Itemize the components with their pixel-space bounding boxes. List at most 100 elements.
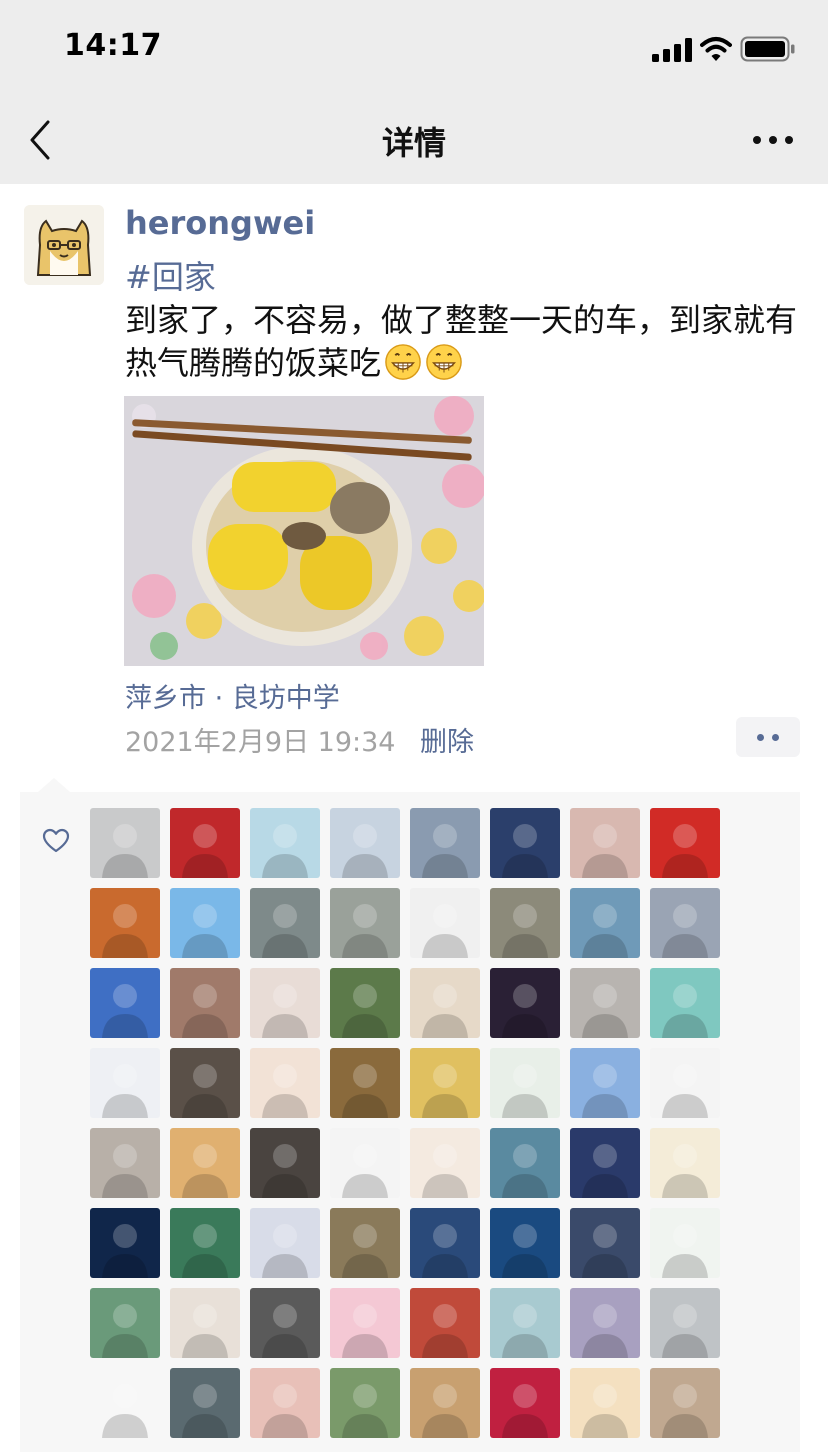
- liker-avatar[interactable]: [90, 1048, 160, 1118]
- liker-avatar[interactable]: [570, 1368, 640, 1438]
- liker-avatar[interactable]: [330, 1208, 400, 1278]
- delete-button[interactable]: 删除: [420, 720, 474, 759]
- liker-avatar[interactable]: [650, 888, 720, 958]
- post-location[interactable]: 萍乡市 · 良坊中学: [125, 676, 340, 715]
- avatar-image: [502, 984, 548, 1038]
- liker-avatar[interactable]: [90, 1368, 160, 1438]
- liker-avatar[interactable]: [170, 1368, 240, 1438]
- liker-avatar[interactable]: [170, 1128, 240, 1198]
- liker-avatar[interactable]: [570, 1128, 640, 1198]
- liker-avatar[interactable]: [330, 1048, 400, 1118]
- liker-avatar[interactable]: [490, 1048, 560, 1118]
- avatar-image: [422, 1304, 468, 1358]
- avatar-image: [262, 1304, 308, 1358]
- liker-avatar[interactable]: [330, 808, 400, 878]
- avatar-image: [262, 1384, 308, 1438]
- liker-avatar[interactable]: [330, 1128, 400, 1198]
- liker-avatar[interactable]: [410, 808, 480, 878]
- liker-avatar[interactable]: [250, 1128, 320, 1198]
- liker-avatar[interactable]: [170, 1048, 240, 1118]
- avatar-image: [502, 1064, 548, 1118]
- liker-avatar[interactable]: [170, 968, 240, 1038]
- liker-avatar[interactable]: [570, 808, 640, 878]
- avatar-image: [102, 904, 148, 958]
- liker-avatar[interactable]: [490, 808, 560, 878]
- liker-avatar[interactable]: [410, 888, 480, 958]
- avatar-image: [102, 1144, 148, 1198]
- liker-avatar[interactable]: [570, 968, 640, 1038]
- liker-avatar[interactable]: [490, 888, 560, 958]
- back-button[interactable]: [24, 118, 64, 162]
- liker-avatar[interactable]: [570, 1288, 640, 1358]
- liker-avatar[interactable]: [490, 1288, 560, 1358]
- liker-avatar[interactable]: [250, 968, 320, 1038]
- avatar-image: [342, 904, 388, 958]
- liker-avatar[interactable]: [90, 1288, 160, 1358]
- liker-avatar[interactable]: [410, 1288, 480, 1358]
- liker-avatar[interactable]: [90, 808, 160, 878]
- avatar-image: [502, 904, 548, 958]
- more-options-button[interactable]: [748, 124, 798, 154]
- liker-avatar[interactable]: [170, 888, 240, 958]
- post-text: #回家 到家了，不容易，做了整整一天的车，到家就有热气腾腾的饭菜吃: [125, 256, 805, 385]
- liker-avatar[interactable]: [650, 968, 720, 1038]
- avatar-image: [662, 1304, 708, 1358]
- liker-avatar[interactable]: [330, 1288, 400, 1358]
- top-bar: 14:17 详情: [0, 0, 828, 184]
- liker-avatar[interactable]: [410, 1048, 480, 1118]
- author-avatar[interactable]: [24, 205, 104, 285]
- liker-avatar[interactable]: [250, 1048, 320, 1118]
- avatar-image: [102, 1304, 148, 1358]
- avatar-image: [662, 984, 708, 1038]
- liker-avatar[interactable]: [250, 808, 320, 878]
- liker-avatar[interactable]: [250, 888, 320, 958]
- liker-avatar[interactable]: [250, 1208, 320, 1278]
- liker-avatar[interactable]: [170, 808, 240, 878]
- liker-avatar[interactable]: [490, 968, 560, 1038]
- bowl-of-corn-photo: [124, 396, 484, 666]
- avatar-image: [342, 1384, 388, 1438]
- status-time: 14:17: [64, 28, 162, 63]
- liker-avatar[interactable]: [570, 1048, 640, 1118]
- post-hashtag[interactable]: #回家: [125, 256, 805, 299]
- avatar-image: [502, 1304, 548, 1358]
- avatar-image: [422, 1224, 468, 1278]
- more-dots-icon: [757, 734, 764, 741]
- like-comment-button[interactable]: [736, 717, 800, 757]
- liker-avatar[interactable]: [490, 1368, 560, 1438]
- liker-avatar[interactable]: [490, 1128, 560, 1198]
- liker-avatar[interactable]: [650, 1288, 720, 1358]
- liker-avatar[interactable]: [250, 1368, 320, 1438]
- liker-avatar[interactable]: [650, 1128, 720, 1198]
- liker-avatar[interactable]: [330, 968, 400, 1038]
- liker-avatar[interactable]: [330, 888, 400, 958]
- liker-avatar[interactable]: [570, 888, 640, 958]
- liker-avatar[interactable]: [250, 1288, 320, 1358]
- liker-avatar[interactable]: [90, 1208, 160, 1278]
- avatar-image: [262, 1064, 308, 1118]
- avatar-image: [662, 1064, 708, 1118]
- liker-avatar[interactable]: [650, 808, 720, 878]
- avatar-image: [582, 1224, 628, 1278]
- liker-avatar[interactable]: [410, 1128, 480, 1198]
- post-photo[interactable]: [124, 396, 484, 666]
- battery-icon: [740, 36, 795, 62]
- author-username[interactable]: herongwei: [125, 204, 315, 242]
- liker-avatar[interactable]: [90, 968, 160, 1038]
- avatar-image: [182, 1304, 228, 1358]
- liker-avatar[interactable]: [650, 1208, 720, 1278]
- liker-avatar[interactable]: [90, 888, 160, 958]
- liker-avatar[interactable]: [410, 1208, 480, 1278]
- liker-avatar[interactable]: [410, 1368, 480, 1438]
- liker-avatar[interactable]: [490, 1208, 560, 1278]
- avatar-image: [262, 984, 308, 1038]
- liker-avatar[interactable]: [650, 1048, 720, 1118]
- liker-avatar[interactable]: [330, 1368, 400, 1438]
- liker-avatar[interactable]: [650, 1368, 720, 1438]
- liker-avatar[interactable]: [90, 1128, 160, 1198]
- liker-avatar[interactable]: [170, 1208, 240, 1278]
- liker-avatar[interactable]: [570, 1208, 640, 1278]
- avatar-image: [262, 1224, 308, 1278]
- liker-avatar[interactable]: [410, 968, 480, 1038]
- liker-avatar[interactable]: [170, 1288, 240, 1358]
